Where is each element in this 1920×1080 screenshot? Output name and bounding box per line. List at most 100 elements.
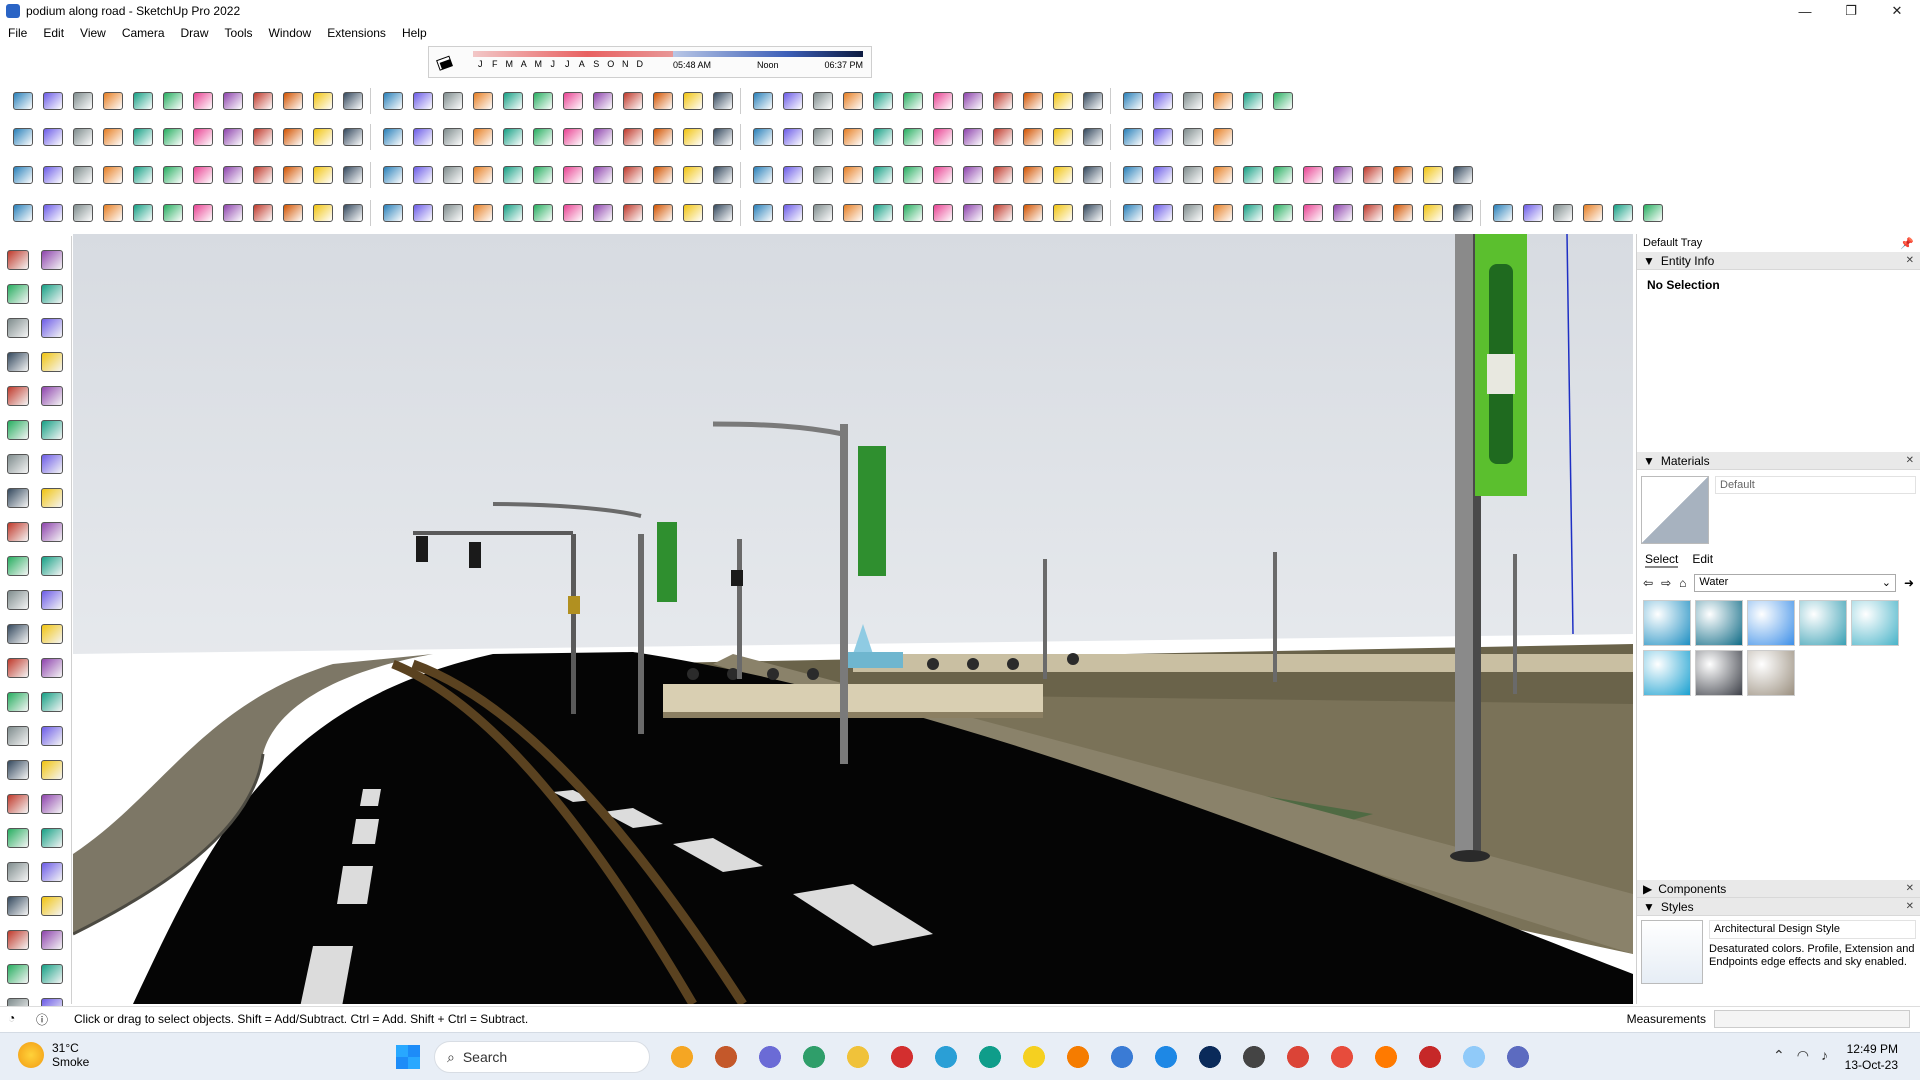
tab-edit[interactable]: Edit <box>1692 552 1713 568</box>
toolbar-tool-icon[interactable] <box>708 199 738 227</box>
toolbar-tool-icon[interactable] <box>1268 87 1298 115</box>
toolbar-tool-icon[interactable] <box>1208 87 1238 115</box>
large-tool-icon[interactable] <box>38 620 66 648</box>
toolbar-tool-icon[interactable] <box>958 199 988 227</box>
toolbar-tool-icon[interactable] <box>68 123 98 151</box>
toolbar-tool-icon[interactable] <box>1238 161 1268 189</box>
pinned-app-icon[interactable] <box>1192 1041 1228 1073</box>
components-header[interactable]: ▶ Components ✕ <box>1637 880 1920 898</box>
toolbar-tool-icon[interactable] <box>708 123 738 151</box>
large-tool-icon[interactable] <box>4 484 32 512</box>
material-swatch[interactable] <box>1643 600 1691 646</box>
menu-edit[interactable]: Edit <box>35 26 72 40</box>
toolbar-tool-icon[interactable] <box>988 123 1018 151</box>
toolbar-tool-icon[interactable] <box>1148 123 1178 151</box>
menu-camera[interactable]: Camera <box>114 26 173 40</box>
toolbar-tool-icon[interactable] <box>898 161 928 189</box>
toolbar-tool-icon[interactable] <box>678 87 708 115</box>
pinned-app-icon[interactable] <box>1500 1041 1536 1073</box>
toolbar-tool-icon[interactable] <box>808 123 838 151</box>
toolbar-tool-icon[interactable] <box>868 199 898 227</box>
toolbar-tool-icon[interactable] <box>8 199 38 227</box>
large-tool-icon[interactable] <box>38 960 66 988</box>
menu-view[interactable]: View <box>72 26 114 40</box>
toolbar-tool-icon[interactable] <box>378 199 408 227</box>
toolbar-tool-icon[interactable] <box>898 199 928 227</box>
pinned-app-icon[interactable] <box>1368 1041 1404 1073</box>
forward-icon[interactable]: ⇨ <box>1661 576 1671 590</box>
toolbar-tool-icon[interactable] <box>528 87 558 115</box>
large-tool-icon[interactable] <box>38 246 66 274</box>
pinned-app-icon[interactable] <box>1060 1041 1096 1073</box>
large-tool-icon[interactable] <box>4 790 32 818</box>
large-tool-icon[interactable] <box>38 858 66 886</box>
toolbar-tool-icon[interactable] <box>708 87 738 115</box>
toolbar-tool-icon[interactable] <box>1268 161 1298 189</box>
toolbar-tool-icon[interactable] <box>68 199 98 227</box>
large-tool-icon[interactable] <box>4 892 32 920</box>
toolbar-tool-icon[interactable] <box>928 161 958 189</box>
toolbar-tool-icon[interactable] <box>498 123 528 151</box>
maximize-button[interactable]: ❐ <box>1828 0 1874 22</box>
material-swatch[interactable] <box>1747 650 1795 696</box>
toolbar-tool-icon[interactable] <box>308 161 338 189</box>
large-tool-icon[interactable] <box>38 382 66 410</box>
toolbar-tool-icon[interactable] <box>408 123 438 151</box>
large-tool-icon[interactable] <box>38 756 66 784</box>
pinned-app-icon[interactable] <box>1104 1041 1140 1073</box>
large-tool-icon[interactable] <box>4 348 32 376</box>
toolbar-tool-icon[interactable] <box>838 123 868 151</box>
geo-location-icon[interactable]: ◔ <box>8 1011 15 1025</box>
large-tool-icon[interactable] <box>4 654 32 682</box>
toolbar-tool-icon[interactable] <box>1018 161 1048 189</box>
toolbar-tool-icon[interactable] <box>618 199 648 227</box>
wifi-icon[interactable]: ◠ <box>1797 1047 1809 1064</box>
toolbar-tool-icon[interactable] <box>308 87 338 115</box>
toolbar-tool-icon[interactable] <box>808 199 838 227</box>
toolbar-tool-icon[interactable] <box>928 123 958 151</box>
toolbar-tool-icon[interactable] <box>868 161 898 189</box>
toolbar-tool-icon[interactable] <box>308 199 338 227</box>
toolbar-tool-icon[interactable] <box>218 123 248 151</box>
toolbar-tool-icon[interactable] <box>588 161 618 189</box>
toolbar-tool-icon[interactable] <box>38 87 68 115</box>
pinned-app-icon[interactable] <box>1148 1041 1184 1073</box>
pinned-app-icon[interactable] <box>840 1041 876 1073</box>
toolbar-tool-icon[interactable] <box>588 199 618 227</box>
toolbar-tool-icon[interactable] <box>248 87 278 115</box>
toolbar-tool-icon[interactable] <box>128 123 158 151</box>
toolbar-tool-icon[interactable] <box>8 87 38 115</box>
style-name-field[interactable]: Architectural Design Style <box>1709 920 1916 939</box>
toolbar-tool-icon[interactable] <box>558 87 588 115</box>
toolbar-tool-icon[interactable] <box>928 87 958 115</box>
toolbar-tool-icon[interactable] <box>188 199 218 227</box>
pinned-app-icon[interactable] <box>1412 1041 1448 1073</box>
large-tool-icon[interactable] <box>4 314 32 342</box>
toolbar-tool-icon[interactable] <box>868 87 898 115</box>
toolbar-tool-icon[interactable] <box>1118 123 1148 151</box>
toolbar-tool-icon[interactable] <box>188 161 218 189</box>
toolbar-tool-icon[interactable] <box>988 87 1018 115</box>
toolbar-tool-icon[interactable] <box>158 87 188 115</box>
toolbar-tool-icon[interactable] <box>1238 199 1268 227</box>
toolbar-tool-icon[interactable] <box>808 87 838 115</box>
large-tool-icon[interactable] <box>4 450 32 478</box>
toolbar-tool-icon[interactable] <box>188 87 218 115</box>
large-tool-icon[interactable] <box>4 382 32 410</box>
toolbar-tool-icon[interactable] <box>748 199 778 227</box>
toolbar-tool-icon[interactable] <box>618 161 648 189</box>
toolbar-tool-icon[interactable] <box>498 161 528 189</box>
large-tool-icon[interactable] <box>38 688 66 716</box>
toolbar-tool-icon[interactable] <box>68 87 98 115</box>
toolbar-tool-icon[interactable] <box>558 123 588 151</box>
toolbar-tool-icon[interactable] <box>1018 123 1048 151</box>
large-tool-icon[interactable] <box>4 586 32 614</box>
menu-extensions[interactable]: Extensions <box>319 26 394 40</box>
toolbar-tool-icon[interactable] <box>248 161 278 189</box>
toolbar-tool-icon[interactable] <box>1118 199 1148 227</box>
pinned-app-icon[interactable] <box>1456 1041 1492 1073</box>
toolbar-tool-icon[interactable] <box>838 199 868 227</box>
material-swatch[interactable] <box>1851 600 1899 646</box>
toolbar-tool-icon[interactable] <box>8 123 38 151</box>
close-icon[interactable]: ✕ <box>1906 255 1914 266</box>
